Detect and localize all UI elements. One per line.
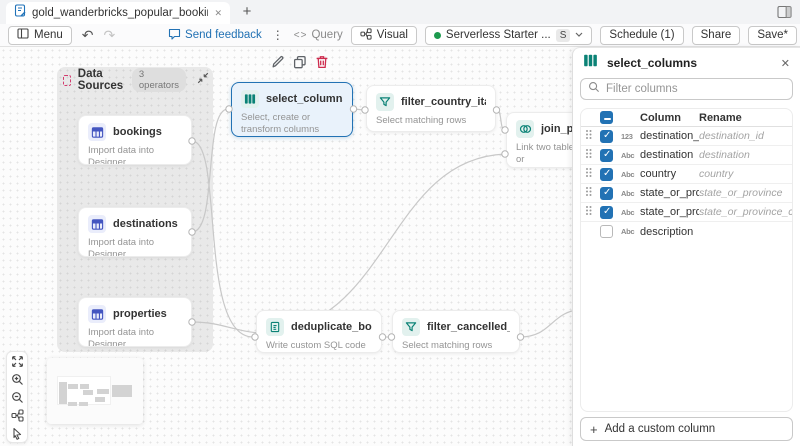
- filter-icon: [376, 93, 394, 111]
- menu-icon: [17, 28, 29, 42]
- node-filter-country-italy[interactable]: filter_country_italy Select matching row…: [366, 85, 496, 132]
- code-icon: <>: [293, 29, 308, 41]
- group-operator-count-badge: 3 operators: [131, 68, 186, 92]
- column-checkbox[interactable]: [600, 148, 613, 162]
- rename-cell[interactable]: state_or_province: [699, 187, 792, 199]
- drag-handle-icon[interactable]: [585, 165, 600, 183]
- string-type-icon: Abc: [621, 227, 635, 236]
- node-bookings[interactable]: bookings Import data into Designer: [78, 115, 192, 165]
- redo-icon[interactable]: ↷: [104, 27, 116, 44]
- rename-cell[interactable]: destination: [699, 149, 792, 161]
- columns-icon: [241, 90, 259, 108]
- panel-title: select_columns: [607, 56, 698, 70]
- delete-node-icon[interactable]: [315, 55, 329, 74]
- node-deduplicate-bookings[interactable]: deduplicate_bookings Write custom SQL co…: [256, 310, 382, 353]
- column-checkbox[interactable]: [600, 167, 613, 181]
- node-destinations[interactable]: destinations Import data into Designer: [78, 207, 192, 257]
- add-custom-column-button[interactable]: + Add a custom column: [580, 417, 793, 441]
- zoom-out-icon[interactable]: [11, 391, 24, 409]
- warehouse-selector[interactable]: Serverless Starter ... S: [424, 25, 593, 45]
- query-file-icon: [14, 4, 26, 22]
- select-columns-panel: select_columns ✕ Column Rename 123 desti…: [572, 47, 800, 446]
- warehouse-size-badge: S: [555, 28, 571, 42]
- drag-handle-icon[interactable]: [585, 127, 600, 145]
- duplicate-node-icon[interactable]: [293, 55, 307, 74]
- undo-icon[interactable]: ↶: [82, 27, 94, 44]
- canvas-tools: [6, 351, 28, 443]
- tab-close-icon[interactable]: ✕: [214, 8, 222, 19]
- column-row[interactable]: Abc country country: [581, 165, 792, 184]
- node-select-columns[interactable]: select_columns Select, create or transfo…: [231, 82, 353, 137]
- zoom-in-icon[interactable]: [11, 373, 24, 391]
- node-properties[interactable]: properties Import data into Designer: [78, 297, 192, 347]
- visual-graph-icon: [360, 27, 372, 43]
- column-row[interactable]: 123 destination_id destination_id: [581, 127, 792, 146]
- numeric-type-icon: 123: [621, 131, 633, 141]
- feedback-bubble-icon: [168, 28, 181, 43]
- column-checkbox[interactable]: [600, 186, 613, 200]
- tab-title: gold_wanderbricks_popular_bookings: [32, 7, 209, 19]
- columns-table: Column Rename 123 destination_id destina…: [580, 108, 793, 412]
- column-checkbox[interactable]: [600, 205, 613, 219]
- string-type-icon: Abc: [621, 207, 635, 217]
- column-checkbox[interactable]: [600, 225, 613, 238]
- minimap[interactable]: [47, 358, 143, 424]
- columns-table-header: Column Rename: [581, 109, 792, 127]
- table-icon: [88, 123, 106, 141]
- panel-close-icon[interactable]: ✕: [781, 57, 790, 70]
- column-row[interactable]: Abc description: [581, 222, 792, 241]
- column-checkbox[interactable]: [600, 129, 613, 143]
- search-icon: [588, 80, 600, 98]
- string-type-icon: Abc: [621, 188, 635, 198]
- edit-node-icon[interactable]: [271, 55, 285, 74]
- rename-cell[interactable]: destination_id: [699, 130, 792, 142]
- drag-handle-icon[interactable]: [585, 146, 600, 164]
- schedule-button[interactable]: Schedule (1): [600, 25, 684, 45]
- save-button[interactable]: Save*: [748, 25, 797, 45]
- edge-properties-join[interactable]: [191, 153, 506, 334]
- share-button[interactable]: Share: [691, 25, 741, 45]
- side-panel-toggle-icon[interactable]: [777, 5, 792, 24]
- query-mode-toggle[interactable]: <> Query: [294, 29, 343, 41]
- sql-icon: [266, 318, 284, 336]
- select-all-checkbox[interactable]: [600, 111, 613, 124]
- kebab-menu-icon[interactable]: ⋮: [270, 28, 286, 42]
- fit-to-screen-icon[interactable]: [11, 355, 24, 373]
- string-type-icon: Abc: [621, 150, 635, 160]
- string-type-icon: Abc: [621, 169, 635, 179]
- table-icon: [88, 215, 106, 233]
- collapse-group-icon[interactable]: [197, 71, 209, 89]
- tab-gold-wanderbricks[interactable]: gold_wanderbricks_popular_bookings ✕: [6, 2, 230, 24]
- pointer-icon[interactable]: [11, 427, 23, 445]
- edge-select-filteritaly[interactable]: [352, 108, 366, 111]
- column-row[interactable]: Abc state_or_provinc... state_or_provinc…: [581, 203, 792, 222]
- chevron-down-icon: [575, 29, 583, 41]
- send-feedback-link[interactable]: Send feedback: [168, 28, 262, 43]
- table-icon: [88, 305, 106, 323]
- column-row[interactable]: Abc state_or_province state_or_province: [581, 184, 792, 203]
- visual-mode-toggle[interactable]: Visual: [350, 25, 417, 45]
- column-row[interactable]: Abc destination destination: [581, 146, 792, 165]
- auto-layout-icon[interactable]: [10, 409, 24, 427]
- group-dashed-icon: [63, 74, 71, 86]
- filter-columns-search[interactable]: [580, 78, 793, 100]
- warehouse-status-icon: [433, 31, 441, 39]
- join-icon: [516, 120, 534, 138]
- columns-icon: [583, 53, 598, 73]
- rename-cell[interactable]: state_or_province_c...: [699, 206, 792, 218]
- new-tab-button[interactable]: +: [238, 3, 256, 21]
- node-filter-cancelled-bookings[interactable]: filter_cancelled_bookin... Select matchi…: [392, 310, 520, 353]
- plus-icon: +: [590, 421, 598, 437]
- rename-cell[interactable]: country: [699, 168, 792, 180]
- drag-handle-icon[interactable]: [585, 184, 600, 202]
- tab-strip: gold_wanderbricks_popular_bookings ✕ +: [0, 0, 800, 24]
- menu-button[interactable]: Menu: [8, 25, 72, 45]
- search-input[interactable]: [606, 83, 785, 95]
- toolbar: Menu ↶ ↷ Send feedback ⋮ <> Query Visual…: [0, 24, 800, 47]
- group-title: Data Sources: [77, 68, 124, 92]
- drag-handle-icon[interactable]: [585, 203, 600, 221]
- filter-icon: [402, 318, 420, 336]
- edge-filteritaly-join[interactable]: [495, 109, 506, 131]
